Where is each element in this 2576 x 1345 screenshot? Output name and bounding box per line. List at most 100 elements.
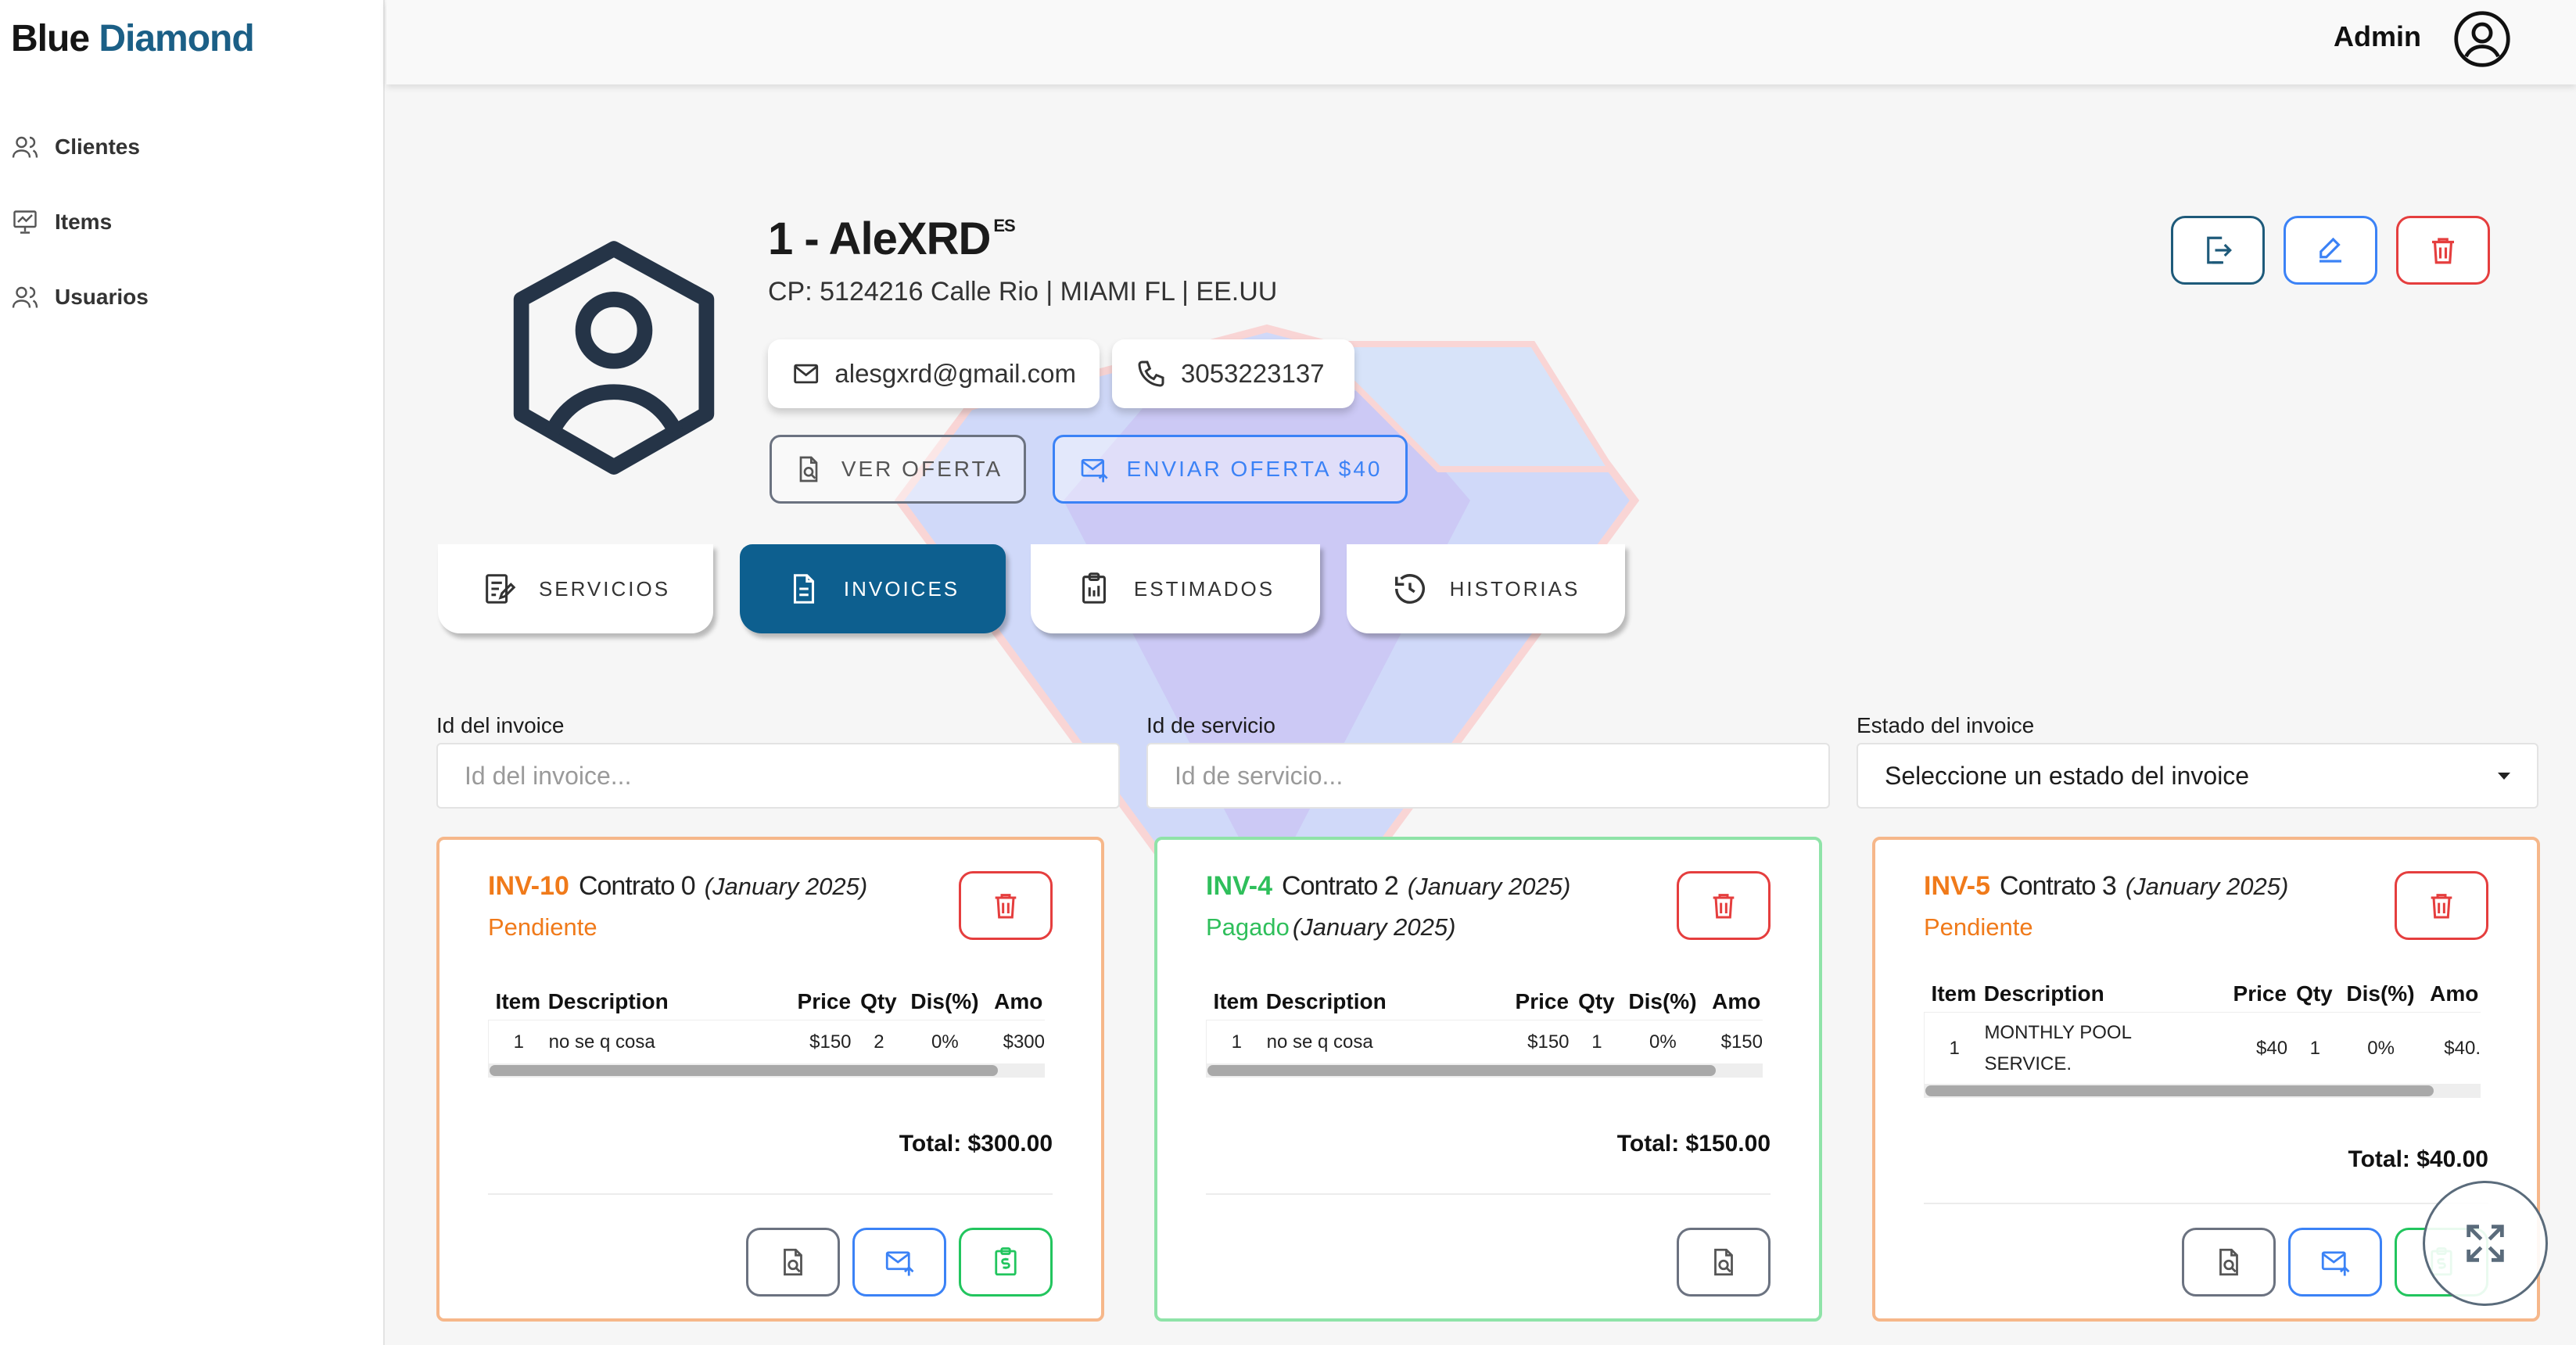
chevron-down-icon: [2498, 772, 2510, 780]
brand-logo[interactable]: Blue Diamond: [11, 17, 255, 60]
view-offer-button[interactable]: VER OFERTA: [770, 435, 1026, 504]
send-offer-button[interactable]: ENVIAR OFERTA $40: [1053, 435, 1408, 504]
send-invoice-button[interactable]: [2288, 1228, 2382, 1297]
invoice-header: INV-10 Contrato 0 (January 2025): [488, 871, 867, 902]
clipboard-icon: [1082, 572, 1106, 604]
invoice-actions: [746, 1228, 1053, 1297]
invoice-id-input[interactable]: Id del invoice...: [436, 743, 1120, 809]
client-title: 1 - AleXRD ES: [768, 213, 1016, 264]
users-icon: [12, 286, 38, 308]
divider: [1924, 1203, 2488, 1204]
invoice-items-table: Item Description Price Qty Dis(%) Amo 1 …: [1924, 976, 2481, 1098]
invoice-period: (January 2025): [1407, 873, 1571, 900]
scrollbar-thumb[interactable]: [1925, 1085, 2434, 1096]
invoice-status: Pendiente: [1924, 913, 2033, 941]
table-row: 1 no se q cosa $150 1 0% $150: [1206, 1020, 1763, 1063]
invoice-actions: [1677, 1228, 1771, 1297]
send-invoice-button[interactable]: [852, 1228, 946, 1297]
export-button[interactable]: [2171, 216, 2265, 285]
invoice-total: Total: $40.00: [2348, 1146, 2488, 1172]
language-badge: ES: [993, 216, 1015, 235]
scrollbar-thumb[interactable]: [490, 1065, 998, 1076]
invoice-icon: [793, 574, 814, 604]
mail-icon: [794, 364, 819, 384]
client-actions: [2171, 216, 2490, 285]
client-avatar-icon: [513, 241, 715, 475]
chart-board-icon: [13, 210, 37, 234]
email-chip[interactable]: alesgxrd@gmail.com: [768, 339, 1100, 408]
invoice-status-select[interactable]: Seleccione un estado del invoice: [1857, 743, 2538, 809]
service-id-input[interactable]: Id de servicio...: [1146, 743, 1830, 809]
user-avatar-icon[interactable]: [2452, 9, 2512, 69]
delete-invoice-button[interactable]: [1677, 871, 1771, 940]
table-row: 1 no se q cosa $150 2 0% $300: [488, 1020, 1045, 1063]
delete-invoice-button[interactable]: [959, 871, 1053, 940]
phone-icon: [1138, 360, 1164, 387]
divider: [1206, 1193, 1771, 1195]
delete-client-button[interactable]: [2396, 216, 2490, 285]
delete-invoice-button[interactable]: [2395, 871, 2488, 940]
table-row: 1 MONTHLY POOL SERVICE. $40 1 0% $40.: [1924, 1012, 2481, 1084]
invoice-period: (January 2025): [704, 873, 868, 900]
phone-chip[interactable]: 3053223137: [1112, 339, 1354, 408]
sidebar-nav: Clientes Items Usuarios: [11, 109, 149, 335]
document-search-icon: [799, 456, 818, 482]
fullscreen-button[interactable]: [2423, 1181, 2548, 1306]
services-icon: [486, 574, 516, 604]
view-invoice-button[interactable]: [746, 1228, 840, 1297]
invoice-contract: Contrato 3: [2000, 871, 2117, 901]
sidebar-item-usuarios[interactable]: Usuarios: [11, 260, 149, 335]
invoice-id[interactable]: INV-5: [1924, 871, 1990, 901]
trash-icon: [1713, 894, 1735, 919]
expand-icon: [2467, 1225, 2504, 1262]
user-name: Admin: [2334, 20, 2421, 52]
tab-servicios[interactable]: SERVICIOS: [438, 544, 713, 633]
export-icon: [2207, 236, 2232, 264]
invoice-header: INV-5 Contrato 3 (January 2025): [1924, 871, 2288, 902]
invoice-items-table: Item Description Price Qty Dis(%) Amo 1 …: [1206, 984, 1763, 1078]
invoice-total: Total: $150.00: [1616, 1131, 1771, 1157]
table-scrollbar[interactable]: [488, 1063, 1045, 1078]
table-header: Item Description Price Qty Dis(%) Amo: [1931, 981, 2479, 1006]
trash-icon: [2432, 238, 2454, 264]
invoice-contract: Contrato 2: [1282, 871, 1399, 901]
invoice-id[interactable]: INV-4: [1206, 871, 1272, 901]
table-scrollbar[interactable]: [1206, 1063, 1763, 1078]
sidebar-item-label: Items: [55, 210, 113, 234]
document-search-icon: [2219, 1248, 2238, 1276]
tab-historias[interactable]: HISTORIAS: [1347, 544, 1625, 633]
edit-button[interactable]: [2284, 216, 2377, 285]
view-invoice-button[interactable]: [1677, 1228, 1771, 1297]
trash-icon: [995, 894, 1017, 919]
service-id-label: Id de servicio: [1146, 713, 1275, 737]
mail-send-icon: [2321, 1251, 2350, 1276]
invoice-status-label: Estado del invoice: [1857, 713, 2035, 737]
invoice-id[interactable]: INV-10: [488, 871, 569, 901]
document-search-icon: [1714, 1248, 1733, 1276]
users-icon: [12, 136, 38, 158]
document-search-icon: [784, 1248, 802, 1276]
divider: [488, 1193, 1053, 1195]
top-bar: Admin: [386, 0, 2576, 84]
invoice-card: INV-4 Contrato 2 (January 2025) Pagado (Jan…: [1154, 837, 1822, 1322]
sidebar-item-label: Usuarios: [55, 285, 149, 309]
invoice-contract: Contrato 0: [578, 871, 696, 901]
pay-invoice-button[interactable]: [959, 1228, 1053, 1297]
sidebar-item-items[interactable]: Items: [11, 185, 149, 260]
tab-estimados[interactable]: ESTIMADOS: [1031, 544, 1320, 633]
payment-clipboard-icon: [995, 1247, 1017, 1276]
invoice-card: INV-10 Contrato 0 (January 2025) Pendiente…: [436, 837, 1104, 1322]
scrollbar-thumb[interactable]: [1207, 1065, 1716, 1076]
mail-send-icon: [1081, 459, 1108, 482]
edit-icon: [2319, 237, 2341, 263]
mail-send-icon: [885, 1251, 914, 1276]
tab-invoices[interactable]: INVOICES: [740, 544, 1006, 633]
phone-text: 3053223137: [1181, 359, 1325, 388]
invoice-status: Pendiente: [488, 913, 597, 941]
invoice-id-label: Id del invoice: [436, 713, 565, 737]
sidebar-item-clientes[interactable]: Clientes: [11, 109, 149, 185]
client-address: CP: 5124216 Calle Rio | MIAMI FL | EE.UU: [768, 277, 1278, 307]
history-icon: [1394, 574, 1425, 604]
view-invoice-button[interactable]: [2182, 1228, 2276, 1297]
table-scrollbar[interactable]: [1924, 1084, 2481, 1098]
